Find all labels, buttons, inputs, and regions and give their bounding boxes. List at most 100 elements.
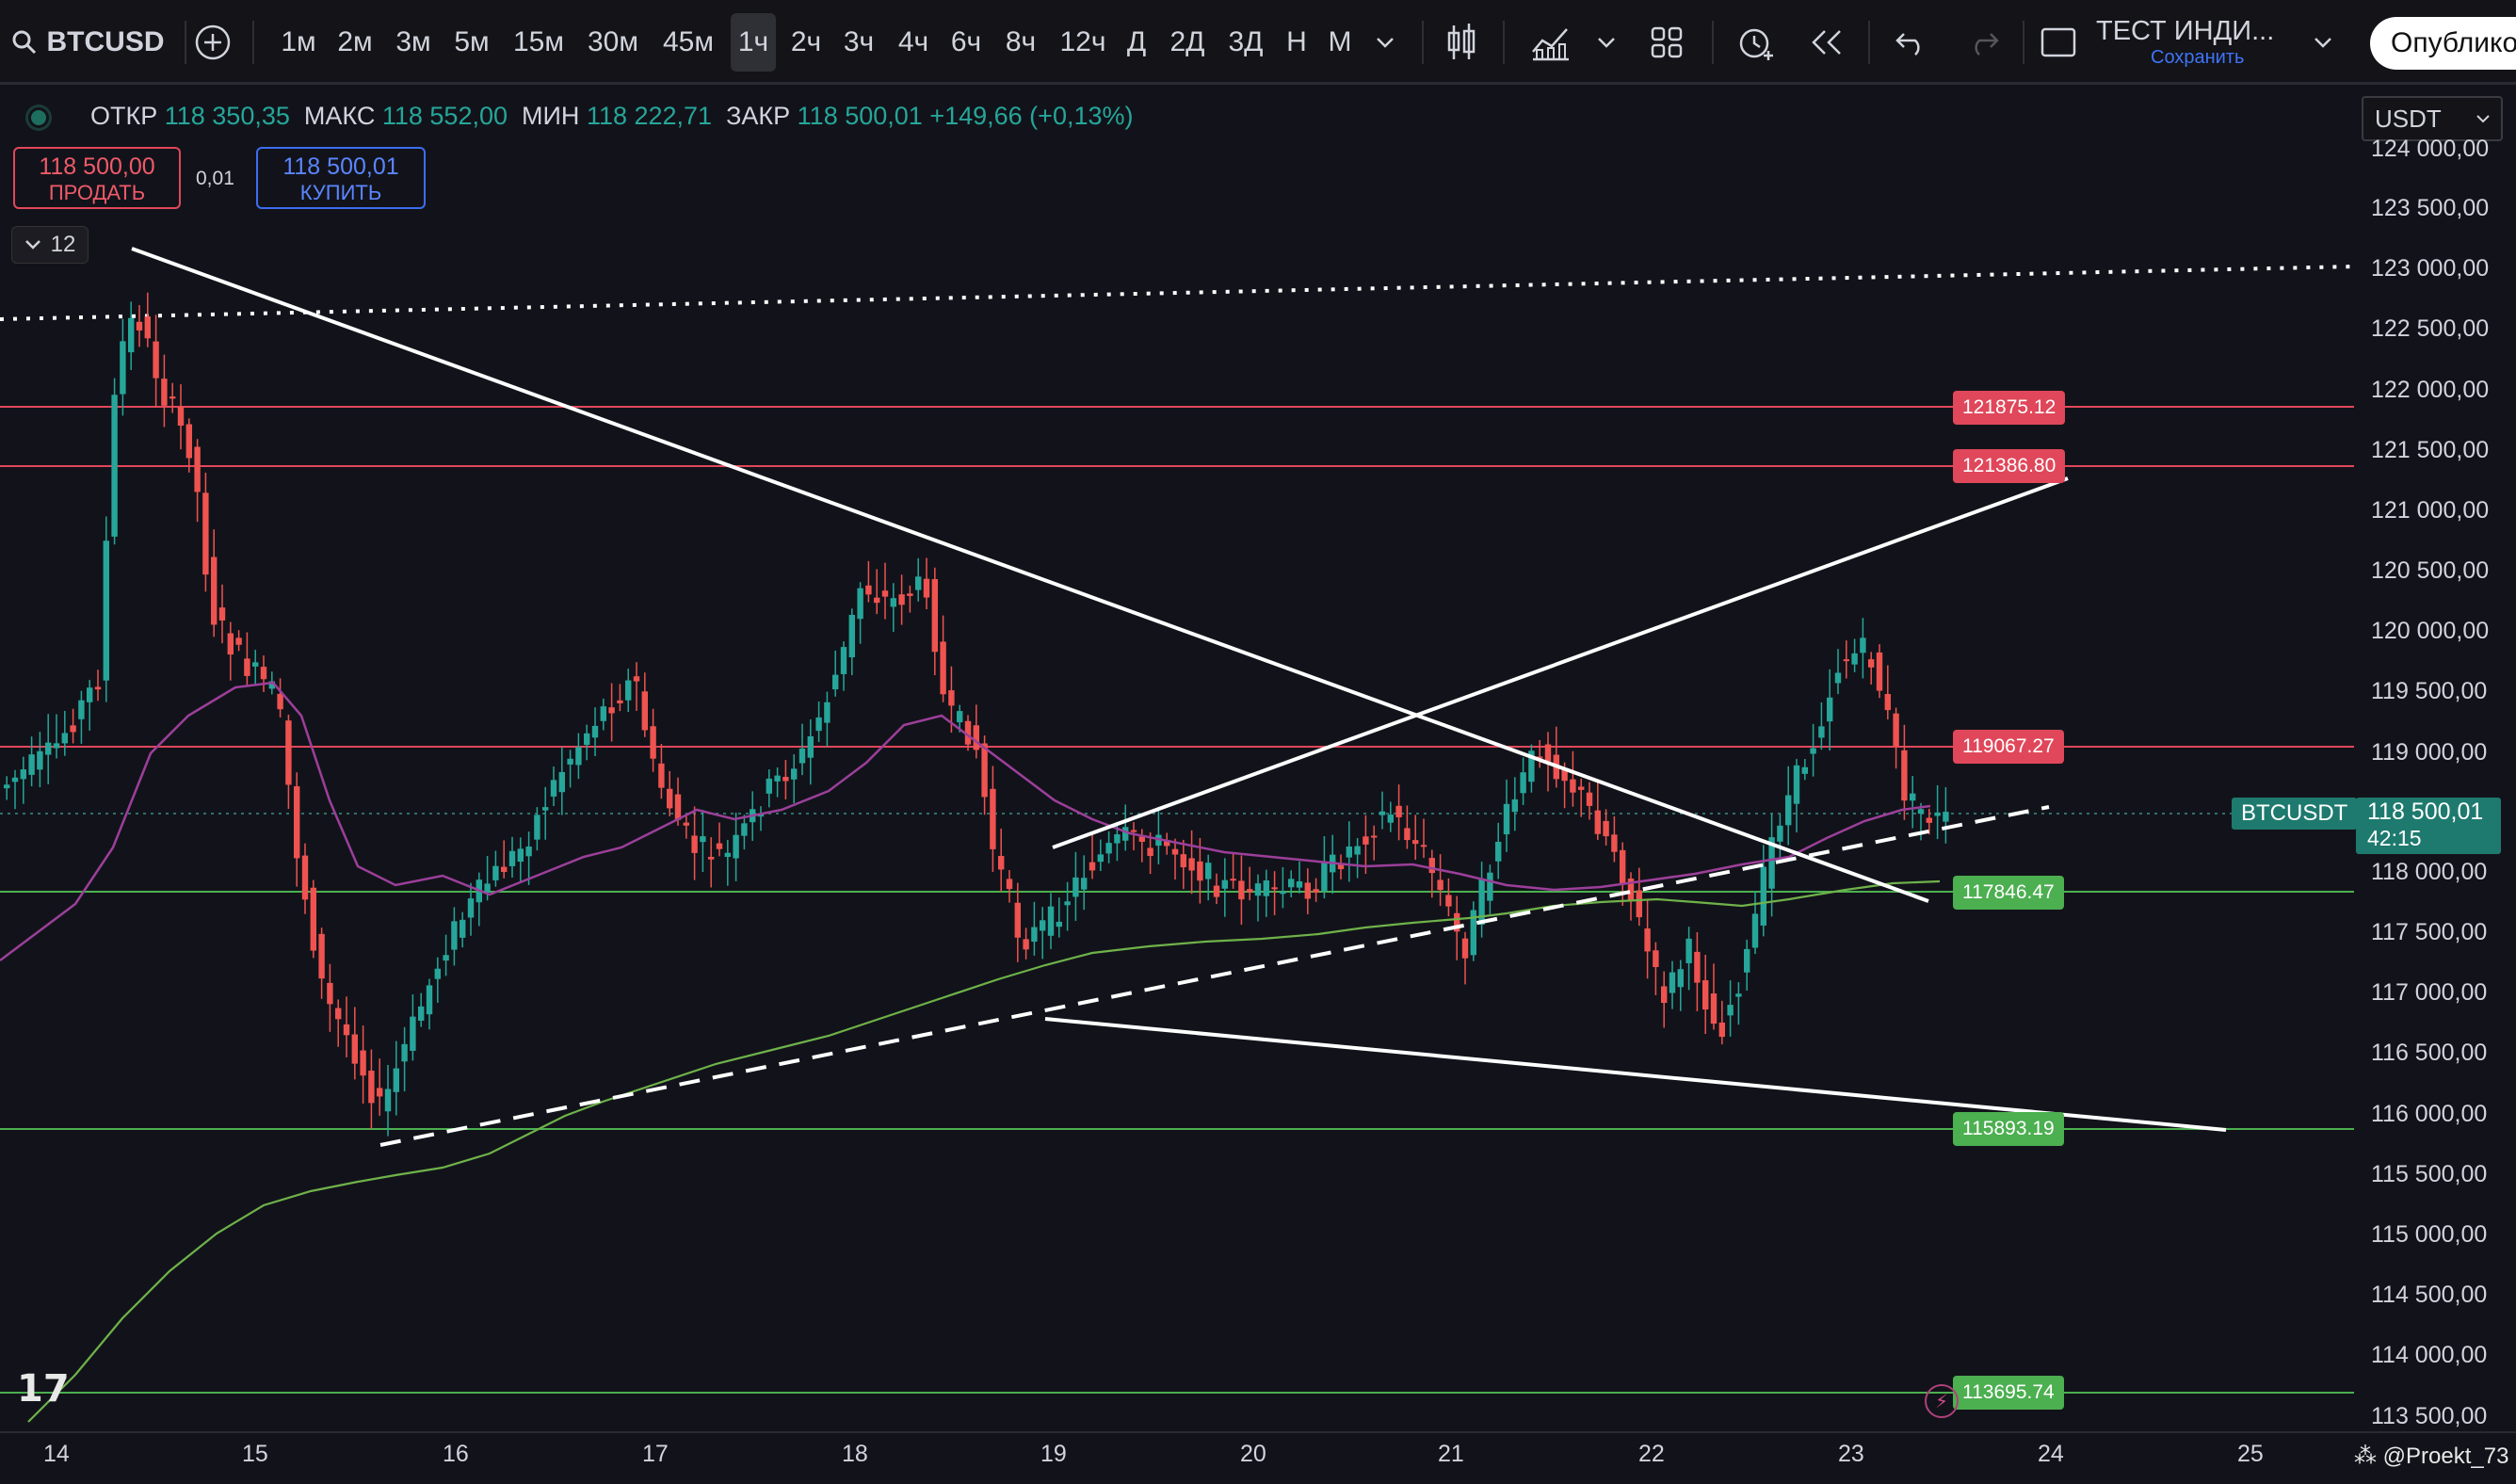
timeframe-45m[interactable]: 45м — [657, 13, 719, 72]
level-label[interactable]: 113695.74 — [1953, 1376, 2064, 1410]
sell-price: 118 500,00 — [39, 153, 155, 180]
alert-button[interactable] — [1734, 0, 1778, 85]
timeframe-5m[interactable]: 5м — [448, 13, 495, 72]
high-label: МАКС — [303, 102, 376, 130]
indicators-dropdown[interactable] — [1593, 0, 1620, 85]
price-tick: 121 000,00 — [2371, 497, 2490, 524]
time-tick: 23 — [1838, 1441, 1864, 1467]
timeframe-8h[interactable]: 8ч — [1002, 13, 1040, 72]
chart-type-button[interactable] — [1441, 0, 1482, 85]
timeframe-12h[interactable]: 12ч — [1058, 13, 1107, 72]
replay-button[interactable] — [1806, 0, 1847, 85]
open-label: ОТКР — [90, 102, 158, 130]
level-label[interactable]: 117846.47 — [1953, 876, 2064, 910]
timeframe-1m[interactable]: 1м — [275, 13, 322, 72]
chevron-down-icon — [24, 240, 40, 250]
indicator-count: 12 — [50, 232, 76, 257]
price-tick: 121 500,00 — [2371, 437, 2490, 463]
price-tick: 116 000,00 — [2371, 1101, 2488, 1127]
level-label[interactable]: 119067.27 — [1953, 730, 2064, 764]
symbol-name: BTCUSD — [46, 26, 165, 57]
redo-icon — [1975, 33, 1999, 56]
price-tick: 123 000,00 — [2371, 255, 2490, 282]
timeframe-1w[interactable]: Н — [1282, 13, 1311, 72]
timeframe-2m[interactable]: 2м — [331, 13, 379, 72]
indicators-toggle[interactable]: 12 — [11, 226, 89, 264]
layout-name[interactable]: ТЕСТ ИНДИ... Сохранить — [2096, 0, 2294, 85]
market-status-dot — [28, 107, 49, 128]
buy-button[interactable]: 118 500,01 КУПИТЬ — [256, 147, 426, 209]
current-price: 118 500,01 — [2367, 798, 2484, 825]
timeframe-1h[interactable]: 1ч — [731, 13, 776, 72]
timeframe-1d[interactable]: Д — [1122, 13, 1151, 72]
close-value: 118 500,01 — [797, 102, 923, 130]
time-tick: 19 — [1040, 1441, 1067, 1467]
redo-button[interactable] — [1962, 0, 2004, 85]
tradingview-logo: 17 — [17, 1367, 70, 1411]
time-tick: 20 — [1240, 1441, 1266, 1467]
time-tick: 16 — [443, 1441, 469, 1467]
top-toolbar: BTCUSD 1м 2м 3м 5м 15м 30м 45м 1ч 2ч 3ч … — [0, 0, 2516, 85]
chevron-down-icon — [2476, 115, 2490, 123]
open-value: 118 350,35 — [164, 102, 290, 130]
level-label[interactable]: 121875.12 — [1953, 391, 2066, 425]
lightning-icon[interactable]: ⚡ — [1925, 1384, 1959, 1418]
price-tick: 116 500,00 — [2371, 1040, 2488, 1066]
price-tick: 118 000,00 — [2371, 859, 2488, 885]
search-icon — [12, 30, 36, 55]
chevron-down-icon — [2314, 38, 2331, 48]
price-tick: 122 500,00 — [2371, 315, 2490, 342]
grid-icon — [1651, 26, 1683, 58]
layout-grid-button[interactable] — [1646, 0, 1687, 85]
high-value: 118 552,00 — [381, 102, 508, 130]
time-tick: 14 — [43, 1441, 70, 1467]
fullscreen-button[interactable] — [2038, 0, 2079, 85]
timeframe-4h[interactable]: 4ч — [895, 13, 932, 72]
chevron-down-icon — [1377, 38, 1394, 48]
price-tick: 119 000,00 — [2371, 739, 2488, 766]
timeframe-3d[interactable]: 3Д — [1224, 13, 1267, 72]
plus-circle-icon — [195, 24, 231, 60]
time-tick: 21 — [1438, 1441, 1464, 1467]
timeframe-1mo[interactable]: М — [1326, 13, 1354, 72]
symbol-price-tag: BTCUSDT — [2232, 798, 2358, 830]
candles-icon — [1447, 24, 1476, 59]
timeframe-dropdown[interactable] — [1371, 0, 1399, 85]
indicators-icon — [1532, 28, 1569, 61]
time-tick: 22 — [1638, 1441, 1665, 1467]
timeframe-2d[interactable]: 2Д — [1166, 13, 1209, 72]
bar-countdown: 42:15 — [2367, 826, 2422, 850]
layout-dropdown[interactable] — [2309, 0, 2337, 85]
add-symbol-button[interactable] — [192, 0, 234, 85]
timeframe-2h[interactable]: 2ч — [787, 13, 825, 72]
time-tick: 25 — [2237, 1441, 2264, 1467]
time-tick: 17 — [642, 1441, 669, 1467]
time-tick: 24 — [2038, 1441, 2064, 1467]
time-tick: 18 — [842, 1441, 868, 1467]
timeframe-3h[interactable]: 3ч — [840, 13, 878, 72]
currency-value: USDT — [2375, 104, 2442, 133]
timeframe-30m[interactable]: 30м — [582, 13, 644, 72]
timeframe-3m[interactable]: 3м — [390, 13, 437, 72]
timeframe-6h[interactable]: 6ч — [947, 13, 985, 72]
price-tick: 120 000,00 — [2371, 618, 2490, 644]
sell-button[interactable]: 118 500,00 ПРОДАТЬ — [13, 147, 181, 209]
currency-select[interactable]: USDT — [2362, 96, 2503, 141]
rewind-icon — [1812, 30, 1841, 55]
timeframe-15m[interactable]: 15м — [508, 13, 569, 72]
price-tick: 115 000,00 — [2371, 1221, 2488, 1248]
publish-button[interactable]: Опублико — [2370, 17, 2516, 70]
level-label[interactable]: 115893.19 — [1953, 1112, 2064, 1146]
watermark-text: @Proekt_73 — [2382, 1444, 2509, 1469]
indicators-button[interactable] — [1527, 0, 1574, 85]
undo-button[interactable] — [1891, 0, 1932, 85]
symbol-search[interactable]: BTCUSD — [8, 0, 168, 85]
ohlc-legend: ОТКР 118 350,35 МАКС 118 552,00 МИН 118 … — [90, 102, 1134, 131]
alarm-clock-plus-icon — [1739, 28, 1773, 60]
level-label[interactable]: 121386.80 — [1953, 449, 2066, 483]
spread-value: 0,01 — [196, 168, 234, 189]
layout-save-status: Сохранить — [2151, 47, 2245, 68]
price-tick: 117 500,00 — [2371, 919, 2488, 945]
price-tick: 115 500,00 — [2371, 1161, 2488, 1187]
price-tick: 119 500,00 — [2371, 678, 2488, 704]
